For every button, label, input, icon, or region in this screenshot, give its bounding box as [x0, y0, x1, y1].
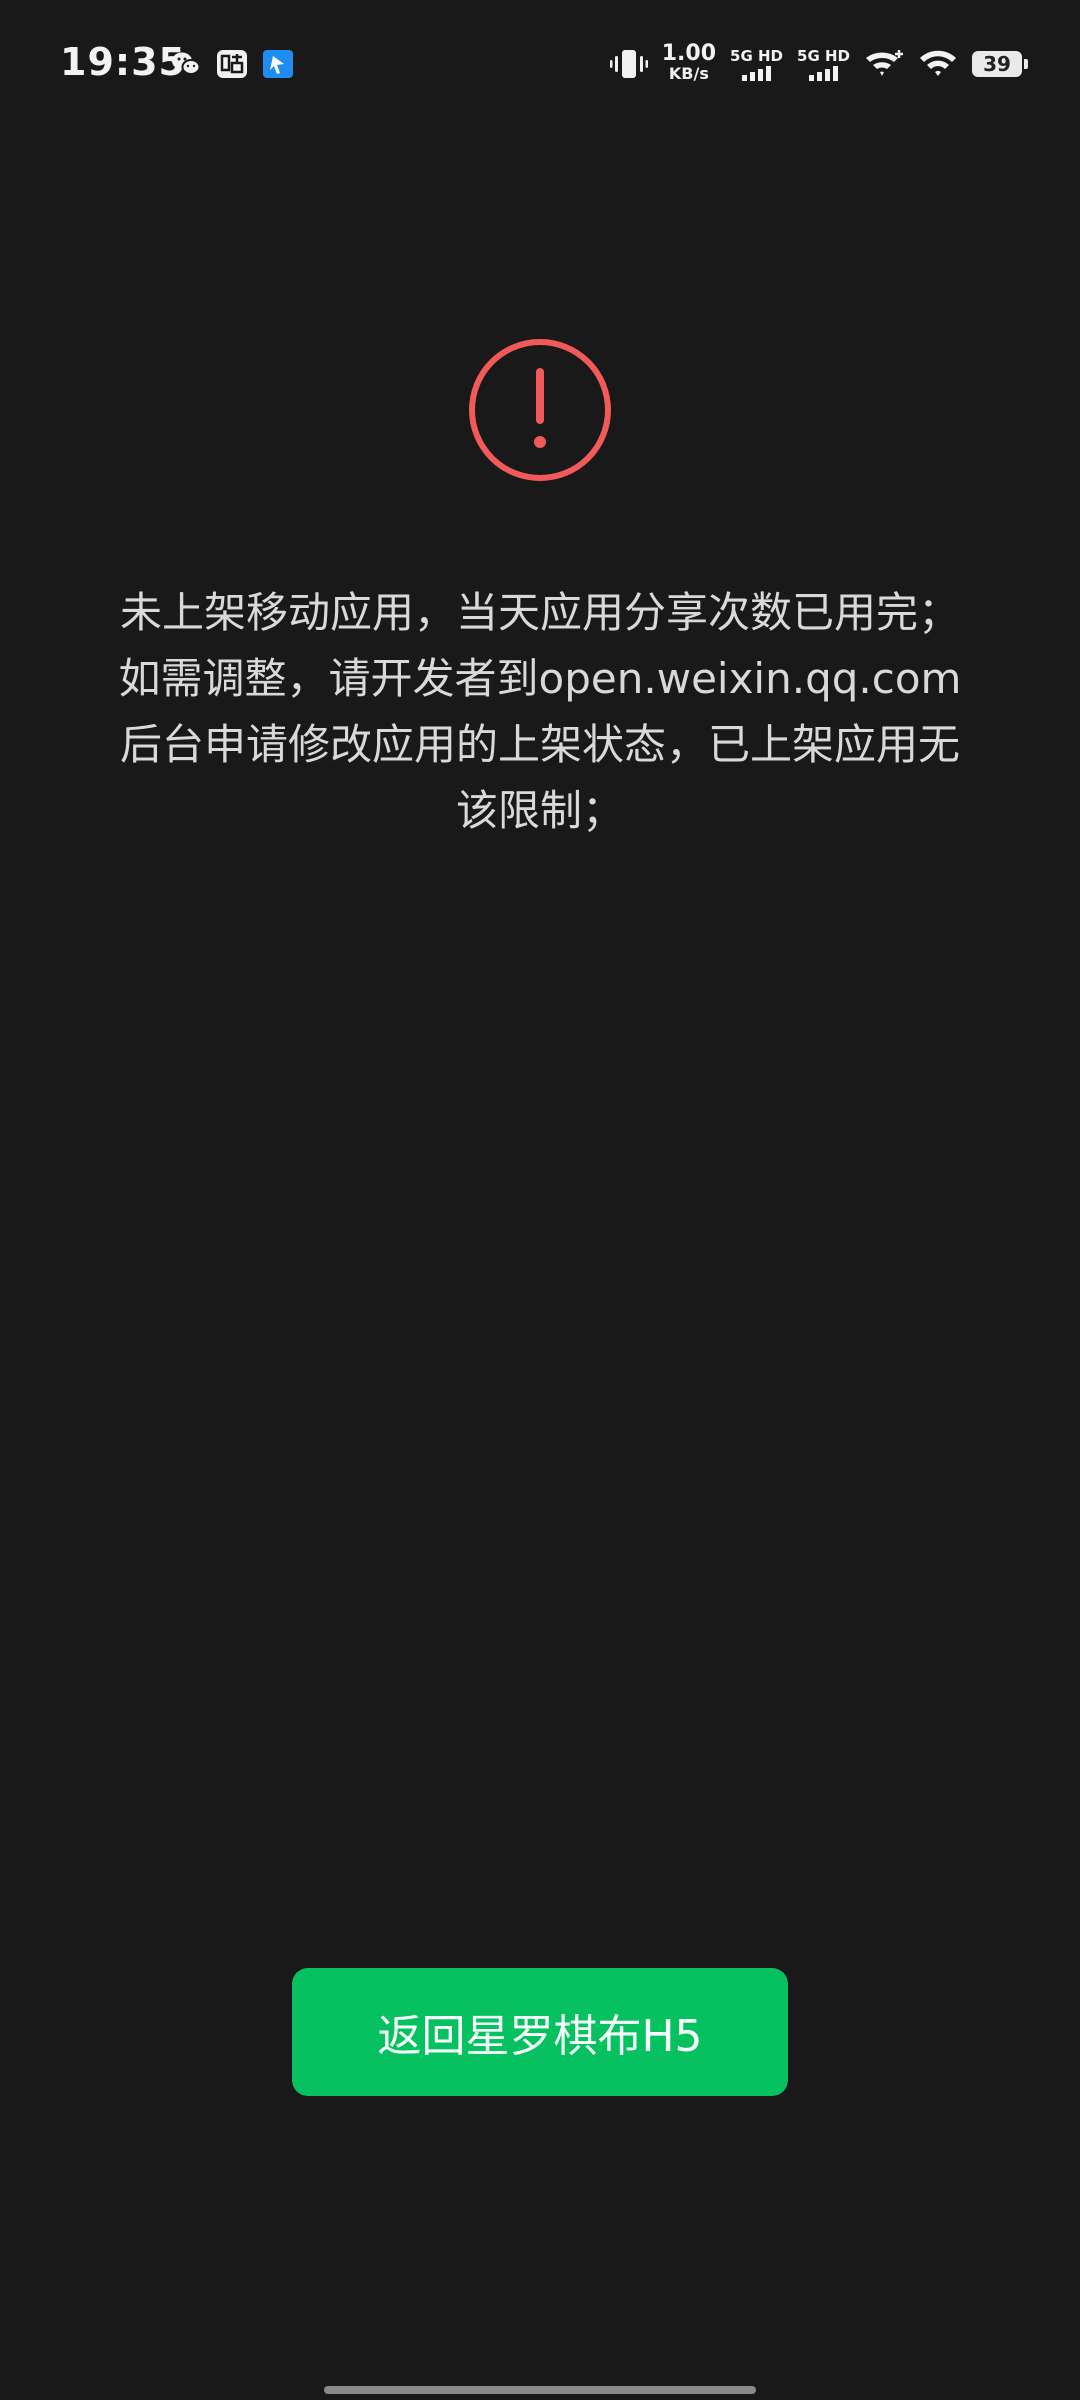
network-speed: 1.00 KB/s	[661, 41, 717, 84]
network-speed-unit: KB/s	[668, 64, 709, 83]
sim2-label: 5G HD	[797, 47, 850, 65]
return-button[interactable]: 返回星罗棋布H5	[292, 1968, 788, 2096]
sim1-label: 5G HD	[730, 47, 784, 65]
sim1-signal: 5G HD	[730, 47, 783, 81]
vibrate-icon	[609, 50, 648, 78]
sim2-signal: 5G HD	[797, 47, 850, 81]
wifi-icon	[920, 50, 956, 76]
battery-level: 39	[983, 52, 1011, 76]
app-notification-icon	[263, 50, 293, 78]
tieba-icon	[217, 50, 247, 78]
status-time: 19:35	[60, 40, 186, 84]
battery-icon: 39	[972, 51, 1028, 77]
wechat-icon	[172, 52, 201, 75]
system-status-icons: 1.00 KB/s 5G HD 5G HD 39	[609, 41, 1028, 84]
sim2-signal-bars-icon	[809, 65, 838, 81]
screen: 19:35 1.00 KB/s 5G HD 5G HD 39 未上架移动应用，当…	[0, 0, 1080, 2400]
sim1-signal-bars-icon	[742, 65, 772, 81]
exclamation-circle-icon	[469, 339, 611, 481]
wifi-plus-icon	[866, 50, 903, 76]
network-speed-value: 1.00	[661, 41, 717, 66]
status-bar: 19:35 1.00 KB/s 5G HD 5G HD 39	[0, 0, 1080, 130]
alert-message: 未上架移动应用，当天应用分享次数已用完；如需调整，请开发者到open.weixi…	[118, 588, 962, 835]
home-indicator[interactable]	[324, 2386, 756, 2394]
notification-icons	[170, 48, 294, 80]
